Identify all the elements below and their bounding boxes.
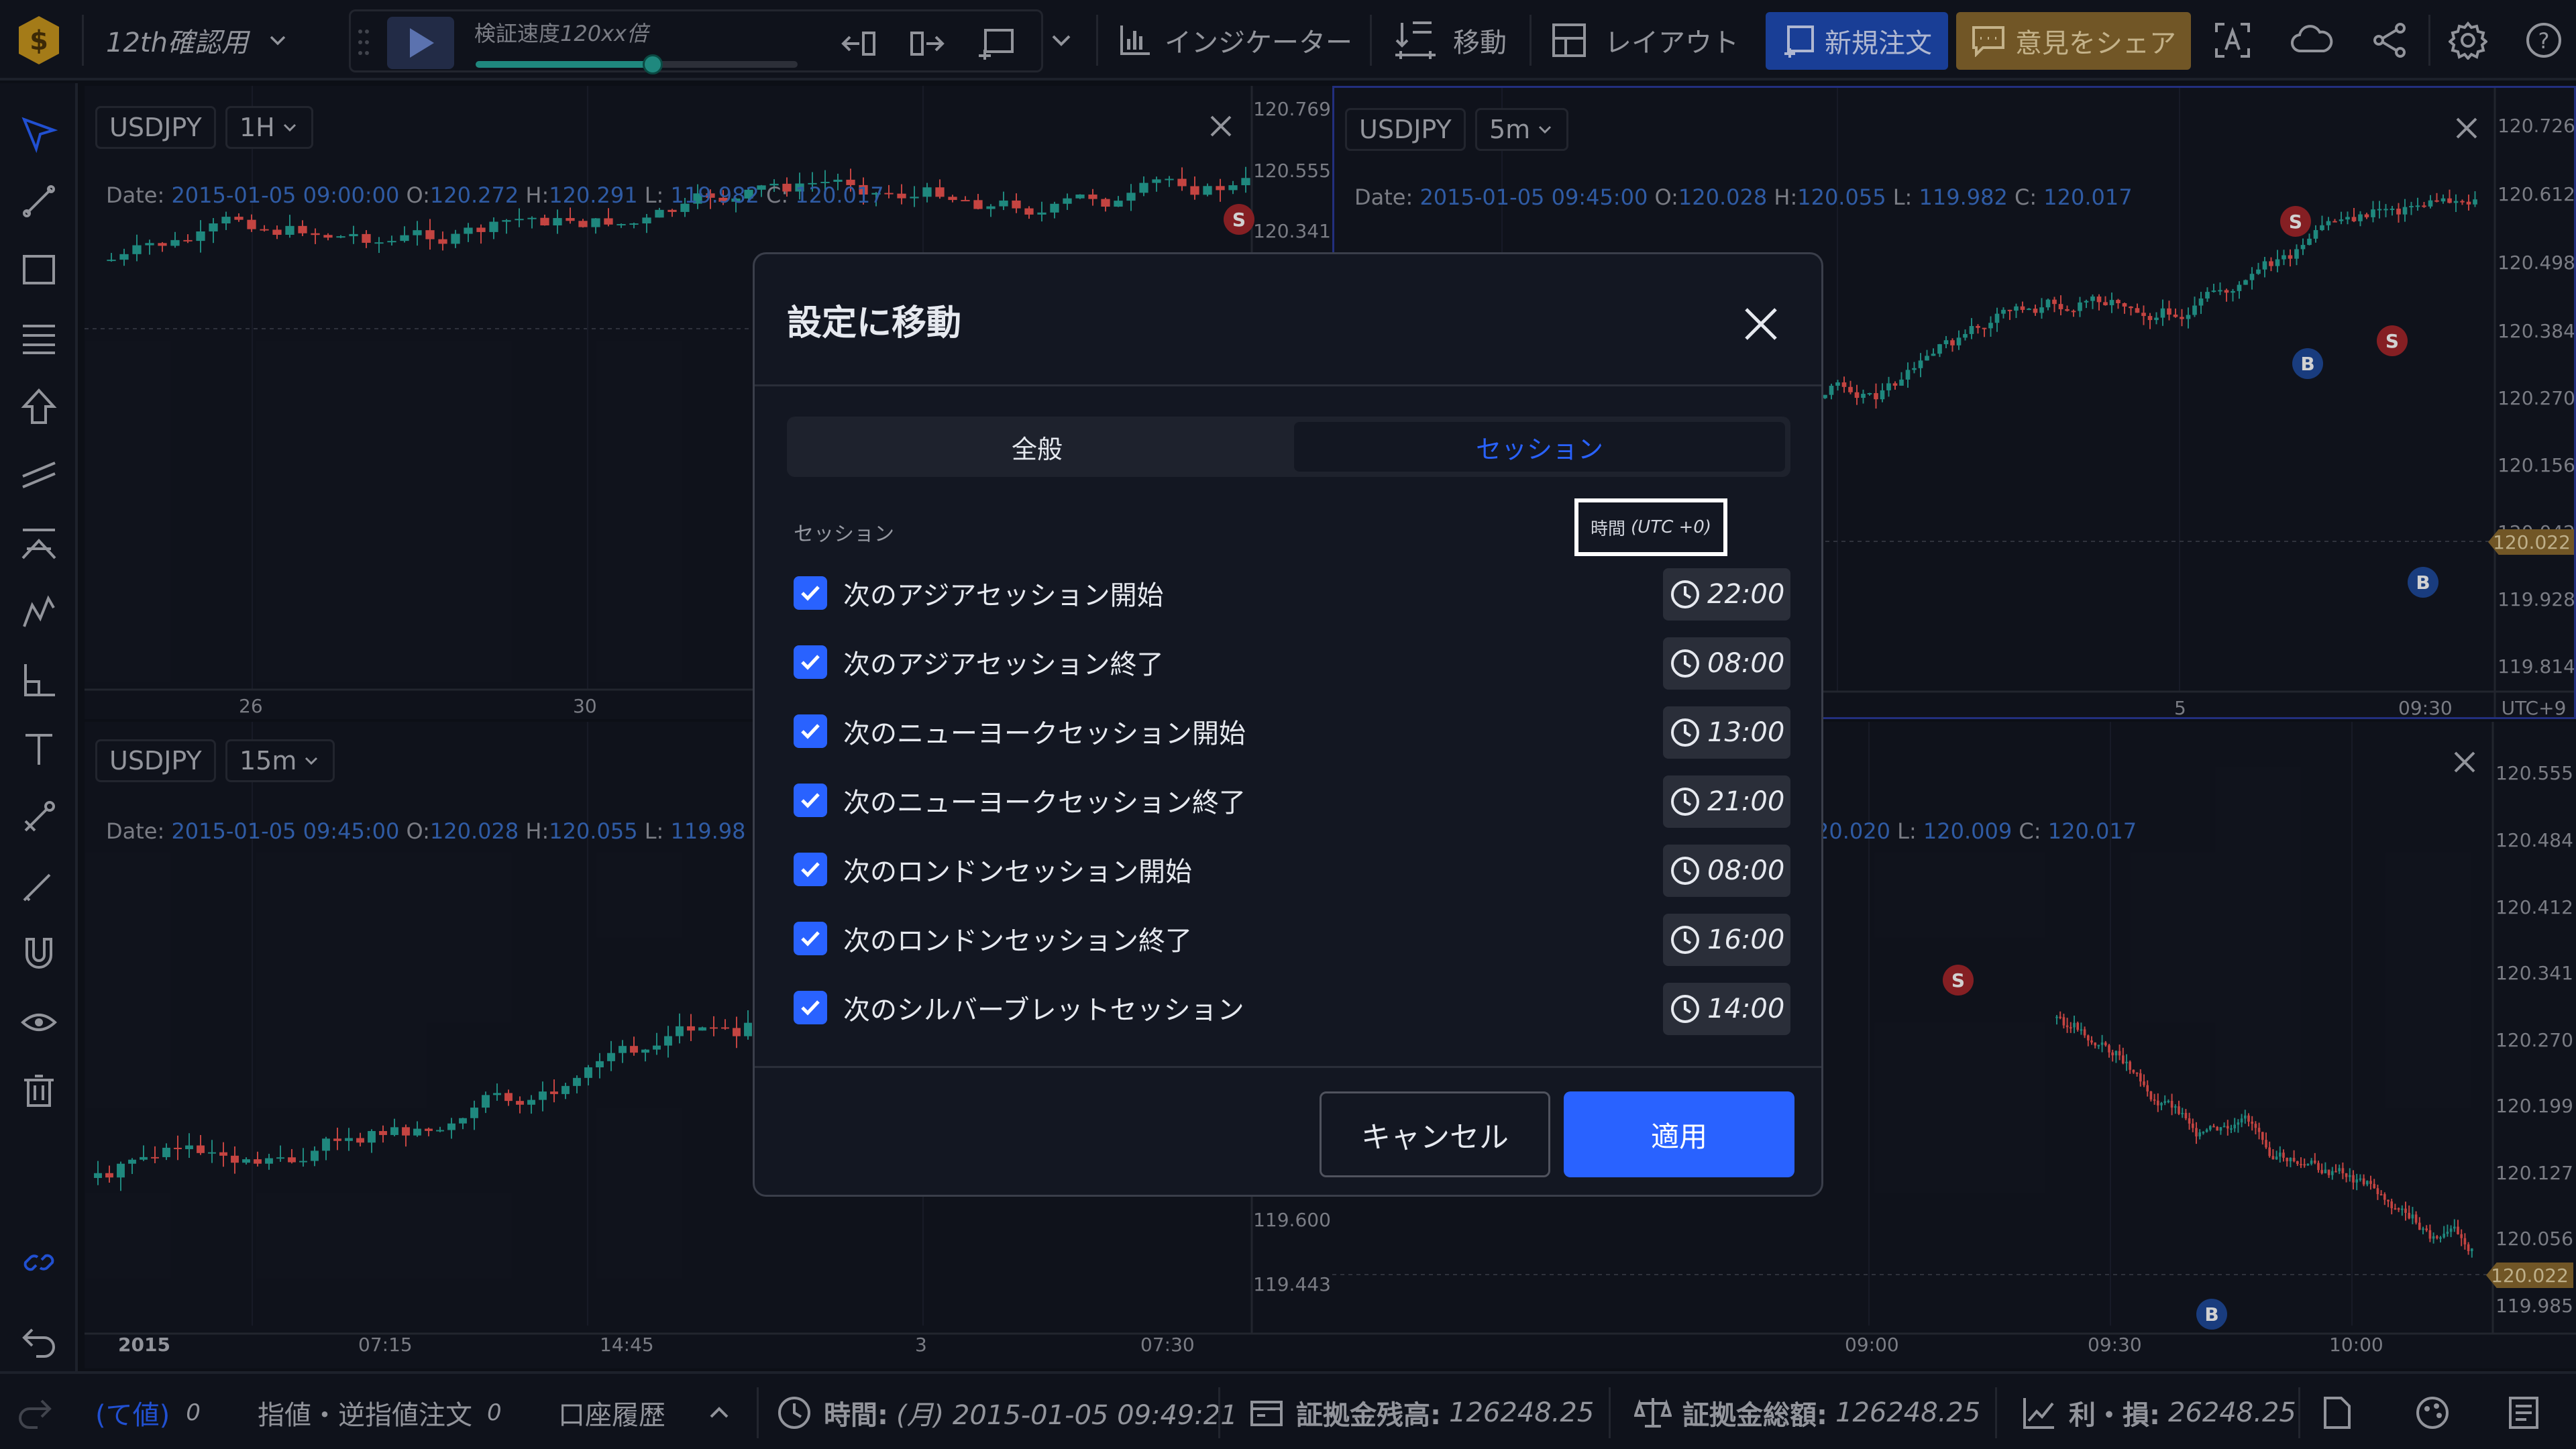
session-label: 次のロンドンセッション終了 xyxy=(843,926,1192,957)
session-checkbox[interactable] xyxy=(794,922,827,955)
dialog-close-button[interactable] xyxy=(1734,297,1788,351)
session-label: 次のロンドンセッション開始 xyxy=(843,857,1192,888)
clock-icon xyxy=(1671,995,1699,1023)
clock-icon xyxy=(1671,857,1699,885)
settings-dialog: 設定に移動 全般 セッション セッション 時間 (UTC +0) 次のアジアセッシ… xyxy=(753,252,1823,1197)
session-checkbox[interactable] xyxy=(794,714,827,748)
session-label: 次のアジアセッション終了 xyxy=(843,649,1164,680)
apply-button[interactable]: 適用 xyxy=(1564,1091,1794,1177)
session-checkbox[interactable] xyxy=(794,784,827,817)
session-row: 次のロンドンセッション開始 08:00 xyxy=(794,839,1790,900)
clock-icon xyxy=(1671,926,1699,954)
tab-session[interactable]: セッション xyxy=(1294,422,1785,472)
session-row: 次のシルバーブレットセッション 14:00 xyxy=(794,977,1790,1038)
session-label: 次のニューヨークセッション開始 xyxy=(843,718,1246,749)
session-time-value: 13:00 xyxy=(1707,717,1785,748)
session-time-input[interactable]: 22:00 xyxy=(1663,568,1790,621)
session-row: 次のアジアセッション開始 22:00 xyxy=(794,563,1790,623)
clock-icon xyxy=(1671,788,1699,816)
session-time-input[interactable]: 13:00 xyxy=(1663,706,1790,759)
time-column-header: 時間 (UTC +0) xyxy=(1574,498,1727,556)
session-checkbox[interactable] xyxy=(794,576,827,610)
close-icon xyxy=(1745,308,1777,340)
cancel-button[interactable]: キャンセル xyxy=(1320,1091,1550,1177)
session-row: 次のロンドンセッション終了 16:00 xyxy=(794,908,1790,969)
clock-icon xyxy=(1671,649,1699,678)
dialog-tabs: 全般 セッション xyxy=(787,417,1790,477)
checkmark-icon xyxy=(801,793,820,808)
session-time-value: 08:00 xyxy=(1707,648,1785,679)
session-time-value: 08:00 xyxy=(1707,855,1785,886)
session-label: 次のニューヨークセッション終了 xyxy=(843,788,1246,818)
session-time-value: 21:00 xyxy=(1707,786,1785,817)
session-time-input[interactable]: 14:00 xyxy=(1663,983,1790,1035)
session-time-input[interactable]: 16:00 xyxy=(1663,914,1790,966)
section-label: セッション xyxy=(794,523,894,546)
session-label: 次のアジアセッション開始 xyxy=(843,580,1164,611)
session-checkbox[interactable] xyxy=(794,991,827,1024)
session-time-input[interactable]: 08:00 xyxy=(1663,637,1790,690)
checkmark-icon xyxy=(801,655,820,670)
session-time-input[interactable]: 21:00 xyxy=(1663,775,1790,828)
checkmark-icon xyxy=(801,586,820,601)
clock-icon xyxy=(1671,718,1699,747)
session-time-value: 22:00 xyxy=(1707,579,1785,610)
checkmark-icon xyxy=(801,724,820,739)
session-checkbox[interactable] xyxy=(794,645,827,679)
dialog-title: 設定に移動 xyxy=(787,303,962,343)
session-row: 次のニューヨークセッション開始 13:00 xyxy=(794,701,1790,761)
tab-general[interactable]: 全般 xyxy=(792,422,1282,472)
session-checkbox[interactable] xyxy=(794,853,827,886)
session-label: 次のシルバーブレットセッション xyxy=(843,995,1244,1026)
checkmark-icon xyxy=(801,862,820,877)
trading-app: $ 12th確認用 検証速度120xx倍 インジケーター 移動 レイアウト 新規… xyxy=(0,0,2576,1449)
session-time-input[interactable]: 08:00 xyxy=(1663,845,1790,897)
checkmark-icon xyxy=(801,1000,820,1016)
session-row: 次のアジアセッション終了 08:00 xyxy=(794,632,1790,692)
session-row: 次のニューヨークセッション終了 21:00 xyxy=(794,770,1790,830)
session-time-value: 16:00 xyxy=(1707,924,1785,955)
session-time-value: 14:00 xyxy=(1707,994,1785,1024)
clock-icon xyxy=(1671,580,1699,608)
checkmark-icon xyxy=(801,931,820,947)
